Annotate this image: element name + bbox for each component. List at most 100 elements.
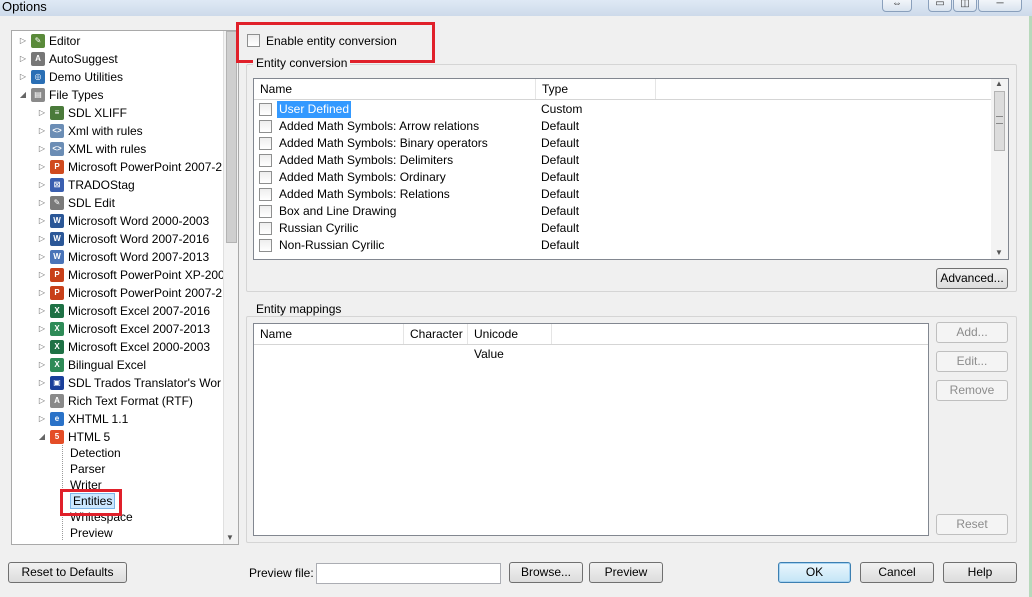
expand-arrow-icon[interactable]: ▷ <box>18 32 28 50</box>
tree-scrollbar[interactable]: ▼ <box>223 31 238 544</box>
window-title: Options <box>2 0 47 14</box>
entity-conversion-row[interactable]: Added Math Symbols: Delimiters Default <box>254 152 1008 169</box>
row-checkbox[interactable] <box>259 171 272 184</box>
expand-arrow-open-icon[interactable]: ◢ <box>37 428 47 446</box>
row-checkbox[interactable] <box>259 222 272 235</box>
xml-icon: <> <box>50 124 64 138</box>
restore-icon[interactable]: ⇔ <box>882 0 912 12</box>
expand-arrow-icon[interactable]: ▷ <box>37 338 47 356</box>
entity-conversion-row[interactable]: Added Math Symbols: Relations Default <box>254 186 1008 203</box>
tradostag-icon: ⊠ <box>50 178 64 192</box>
entity-conversion-list[interactable]: Name Type User Defined Custom Added Math… <box>253 78 1009 260</box>
row-checkbox[interactable] <box>259 120 272 133</box>
expand-arrow-icon[interactable]: ▷ <box>37 104 47 122</box>
column-unicode-value[interactable]: Unicode Value <box>468 324 552 361</box>
expand-arrow-icon[interactable]: ▷ <box>37 302 47 320</box>
remove-button[interactable]: Remove <box>936 380 1008 401</box>
tree-item-label: TRADOStag <box>68 178 135 192</box>
row-name: Russian Cyrilic <box>279 221 359 235</box>
expand-arrow-icon[interactable]: ▷ <box>18 68 28 86</box>
expand-arrow-icon[interactable]: ▷ <box>37 194 47 212</box>
entity-conversion-row[interactable]: Non-Russian Cyrilic Default <box>254 237 1008 254</box>
row-checkbox[interactable] <box>259 188 272 201</box>
close-icon[interactable]: ─ <box>978 0 1022 12</box>
row-checkbox[interactable] <box>259 205 272 218</box>
maximize-icon[interactable]: ◫ <box>953 0 977 12</box>
row-checkbox[interactable] <box>259 103 272 116</box>
column-name[interactable]: Name <box>254 79 536 99</box>
tree-item-label: Rich Text Format (RTF) <box>68 394 193 408</box>
reset-to-defaults-button[interactable]: Reset to Defaults <box>8 562 127 583</box>
tree-leaf-detection[interactable]: Detection <box>70 445 121 461</box>
autosuggest-icon: A <box>31 52 45 66</box>
tree-item-label: Microsoft Excel 2000-2003 <box>68 340 211 354</box>
row-checkbox[interactable] <box>259 239 272 252</box>
browse-button[interactable]: Browse... <box>509 562 583 583</box>
entity-conversion-row[interactable]: User Defined Custom <box>254 101 1008 118</box>
preview-file-label: Preview file: <box>249 566 314 580</box>
help-button[interactable]: Help <box>943 562 1017 583</box>
row-name: Added Math Symbols: Ordinary <box>279 170 446 184</box>
tree-leaf-parser[interactable]: Parser <box>70 461 105 477</box>
expand-arrow-icon[interactable]: ▷ <box>37 158 47 176</box>
preview-button[interactable]: Preview <box>589 562 663 583</box>
expand-arrow-icon[interactable]: ▷ <box>37 266 47 284</box>
entity-conversion-row[interactable]: Added Math Symbols: Arrow relations Defa… <box>254 118 1008 135</box>
ok-button[interactable]: OK <box>778 562 851 583</box>
scroll-up-icon[interactable]: ▲ <box>995 79 1003 88</box>
expand-arrow-icon[interactable]: ▷ <box>37 176 47 194</box>
row-name: Non-Russian Cyrilic <box>279 238 385 252</box>
entity-conversion-row[interactable]: Added Math Symbols: Binary operators Def… <box>254 135 1008 152</box>
expand-arrow-icon[interactable]: ▷ <box>37 248 47 266</box>
row-checkbox[interactable] <box>259 154 272 167</box>
expand-arrow-icon[interactable]: ▷ <box>18 50 28 68</box>
edit-button[interactable]: Edit... <box>936 351 1008 372</box>
preview-file-input[interactable] <box>316 563 501 584</box>
row-type: Default <box>541 170 580 184</box>
file-types-icon: ▤ <box>31 88 45 102</box>
powerpoint-icon: P <box>50 268 64 282</box>
expand-arrow-icon[interactable]: ▷ <box>37 356 47 374</box>
translators-workbench-icon: ▣ <box>50 376 64 390</box>
column-character[interactable]: Character <box>404 324 468 344</box>
expand-arrow-icon[interactable]: ▷ <box>37 230 47 248</box>
minimize-icon[interactable]: ▭ <box>928 0 952 12</box>
entity-conversion-row[interactable]: Russian Cyrilic Default <box>254 220 1008 237</box>
expand-arrow-icon[interactable]: ▷ <box>37 320 47 338</box>
expand-arrow-icon[interactable]: ▷ <box>37 212 47 230</box>
rtf-icon: A <box>50 394 64 408</box>
column-name[interactable]: Name <box>254 324 404 344</box>
entity-mappings-list[interactable]: Name Character Unicode Value <box>253 323 929 536</box>
entity-conversion-group-label: Entity conversion <box>253 56 351 70</box>
expand-arrow-icon[interactable]: ▷ <box>37 392 47 410</box>
expand-arrow-icon[interactable]: ▷ <box>37 284 47 302</box>
row-type: Default <box>541 136 580 150</box>
row-checkbox[interactable] <box>259 137 272 150</box>
sdl-edit-icon: ✎ <box>50 196 64 210</box>
options-tree[interactable]: Preview Whitespace Entities Writer Parse… <box>11 30 239 545</box>
expand-arrow-icon[interactable]: ▷ <box>37 374 47 392</box>
highlight-box-entities <box>60 489 122 516</box>
add-button[interactable]: Add... <box>936 322 1008 343</box>
entity-list-scroll-thumb[interactable] <box>994 91 1005 151</box>
tree-leaf-preview[interactable]: Preview <box>70 525 113 541</box>
entity-conversion-row[interactable]: Box and Line Drawing Default <box>254 203 1008 220</box>
reset-button[interactable]: Reset <box>936 514 1008 535</box>
excel-icon: X <box>50 322 64 336</box>
sdl-xliff-icon: ≡ <box>50 106 64 120</box>
scroll-down-icon[interactable]: ▼ <box>995 248 1003 257</box>
entity-conversion-row[interactable]: Added Math Symbols: Ordinary Default <box>254 169 1008 186</box>
tree-item-label: Microsoft Word 2000-2003 <box>68 214 210 228</box>
expand-arrow-icon[interactable]: ▷ <box>37 410 47 428</box>
entity-list-scrollbar[interactable]: ▲ ▼ <box>991 79 1008 259</box>
advanced-button[interactable]: Advanced... <box>936 268 1008 289</box>
expand-arrow-open-icon[interactable]: ◢ <box>18 86 28 104</box>
tree-leaf-label: Parser <box>70 462 106 476</box>
word-icon: W <box>50 214 64 228</box>
scroll-down-icon[interactable]: ▼ <box>226 533 234 542</box>
column-type[interactable]: Type <box>536 79 656 99</box>
expand-arrow-icon[interactable]: ▷ <box>37 140 47 158</box>
expand-arrow-icon[interactable]: ▷ <box>37 122 47 140</box>
cancel-button[interactable]: Cancel <box>860 562 934 583</box>
tree-item-label: XHTML 1.1 <box>68 412 129 426</box>
